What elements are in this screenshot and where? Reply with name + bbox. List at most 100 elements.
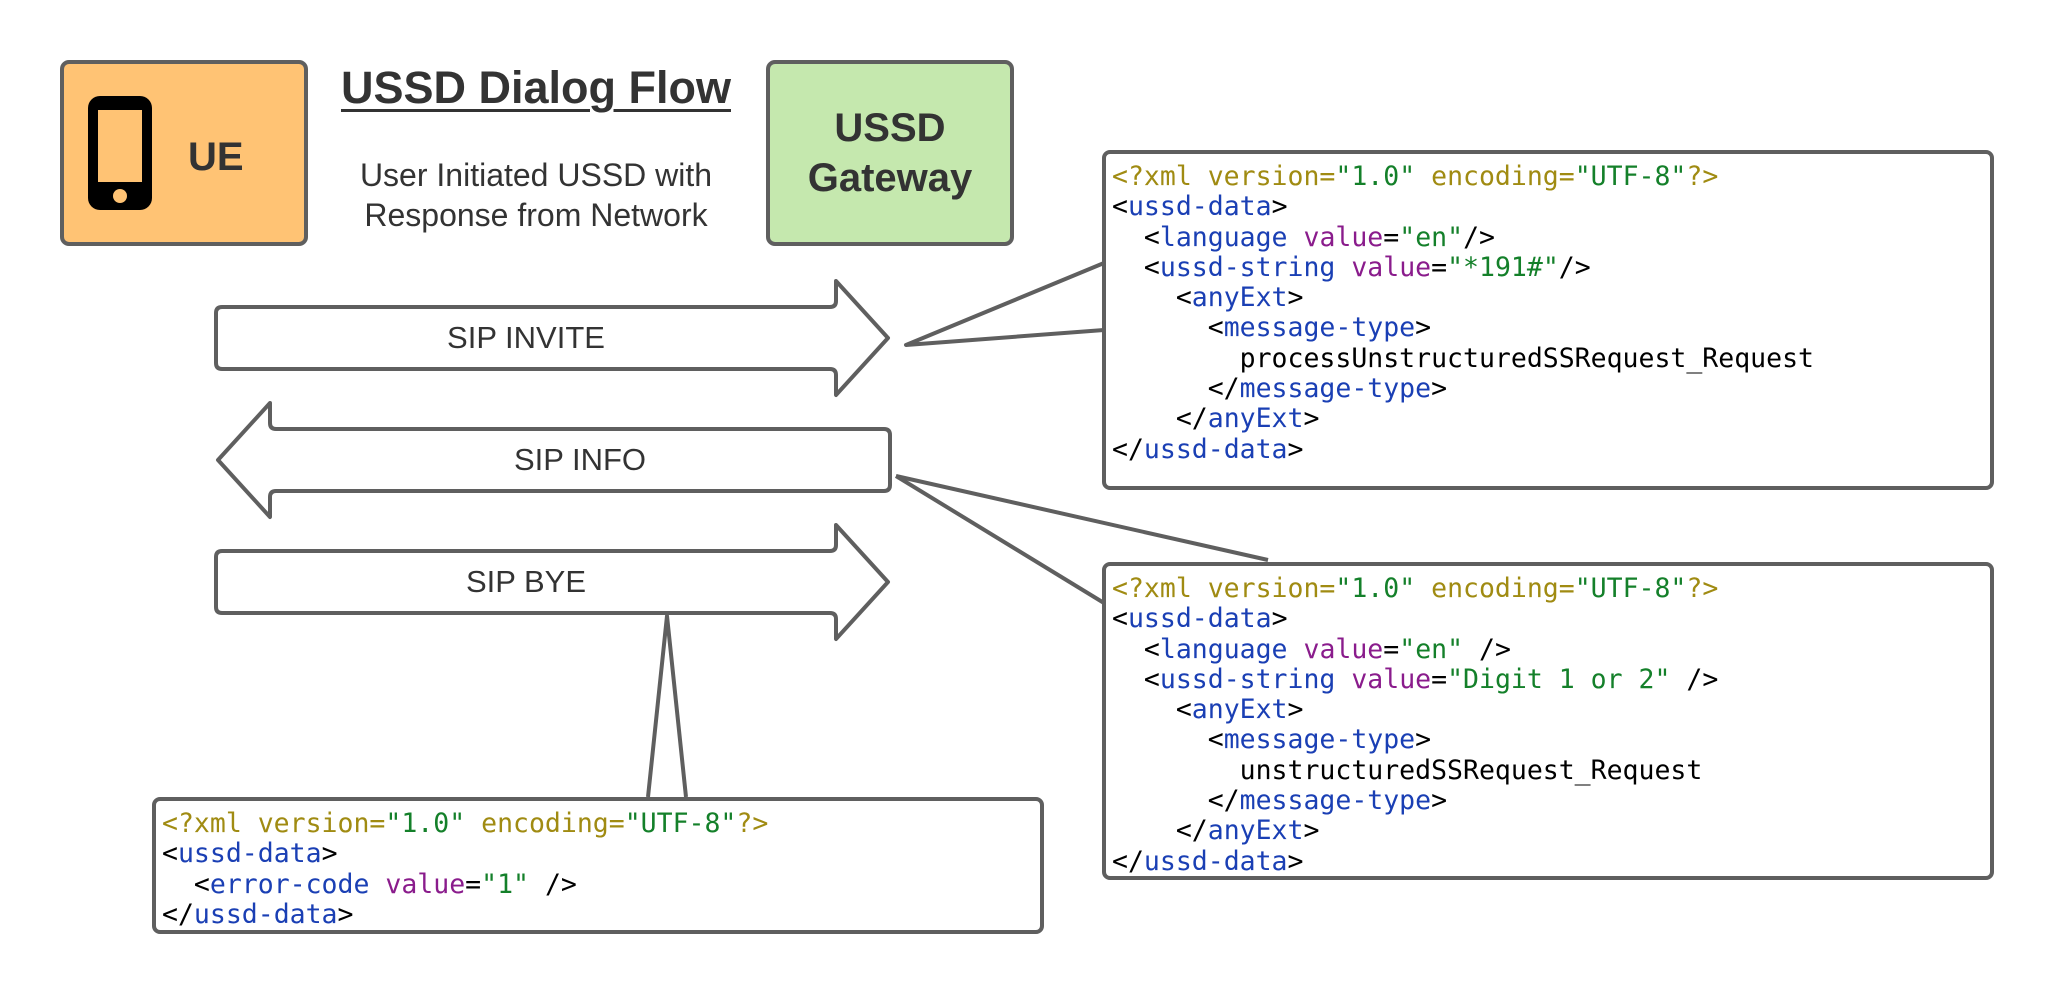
info-callout-connector-bottom <box>894 474 1106 605</box>
xml-string: "UTF-8" <box>1574 161 1687 192</box>
xml-tag-name: ussd-string <box>1159 251 1336 283</box>
xml-text: > <box>1431 373 1448 405</box>
xml-string: "Digit 1 or 2" <box>1447 663 1671 695</box>
xml-text: = <box>1383 633 1400 665</box>
xml-tag-name: ussd-string <box>1159 663 1336 695</box>
xml-text: < <box>1112 724 1224 756</box>
bye-xml-callout: <?xml version="1.0" encoding="UTF-8"?> <u… <box>152 797 1044 934</box>
xml-text: < <box>1112 251 1160 283</box>
xml-tag-name: ussd-data <box>177 838 322 870</box>
xml-text: < <box>162 868 210 900</box>
xml-declaration: ?> <box>1686 161 1719 192</box>
code-line: </anyExt> <box>1112 816 1990 846</box>
xml-tag-name: anyExt <box>1207 815 1304 847</box>
xml-text: < <box>1112 282 1192 314</box>
xml-text: /> <box>1463 221 1495 253</box>
xml-attribute: value <box>1351 663 1432 695</box>
xml-tag-name: message-type <box>1223 312 1416 344</box>
code-line: <?xml version="1.0" encoding="UTF-8"?> <box>1112 573 1990 604</box>
code-line: <language value="en"/> <box>1112 221 1990 253</box>
xml-declaration: encoding= <box>1415 161 1575 192</box>
xml-tag-name: language <box>1159 221 1288 253</box>
xml-text: /> <box>1670 663 1719 695</box>
code-line: <ussd-data> <box>1112 192 1990 222</box>
code-line: </ussd-data> <box>1112 433 1990 465</box>
xml-tag-name: message-type <box>1223 724 1416 756</box>
xml-text: > <box>1271 191 1288 223</box>
xml-text: > <box>1287 433 1304 465</box>
xml-string: "UTF-8" <box>1574 573 1687 604</box>
code-line: <error-code value="1" /> <box>162 868 1040 900</box>
code-line: <?xml version="1.0" encoding="UTF-8"?> <box>1112 161 1990 192</box>
xml-text: > <box>337 898 354 930</box>
xml-text: </ <box>1112 373 1240 405</box>
xml-tag-name: message-type <box>1239 785 1432 817</box>
code-line: <ussd-data> <box>162 839 1040 869</box>
xml-attribute: value <box>1303 633 1384 665</box>
xml-attribute: value <box>1351 251 1432 283</box>
xml-text <box>1288 222 1304 253</box>
bye-callout-connector <box>646 614 688 798</box>
xml-text: > <box>1303 815 1320 847</box>
xml-text <box>369 869 385 900</box>
xml-text <box>1335 252 1351 283</box>
xml-string: "1" <box>481 868 530 900</box>
xml-text: </ <box>1112 433 1144 465</box>
code-line: <ussd-data> <box>1112 604 1990 634</box>
xml-text: < <box>1112 603 1128 635</box>
xml-tag-name: anyExt <box>1191 282 1288 314</box>
xml-attribute: value <box>1303 221 1384 253</box>
xml-string: "1.0" <box>385 808 466 839</box>
xml-text: > <box>1431 785 1448 817</box>
xml-text: < <box>1112 221 1160 253</box>
invite-callout-connector <box>904 261 1105 347</box>
xml-text: = <box>465 868 482 900</box>
xml-string: "en" <box>1399 633 1464 665</box>
xml-text <box>1288 634 1304 665</box>
code-line: <language value="en" /> <box>1112 633 1990 665</box>
code-line: </ussd-data> <box>162 898 1040 930</box>
xml-text: </ <box>1112 845 1144 877</box>
sip-bye-label: SIP BYE <box>465 564 587 599</box>
xml-text: > <box>1303 403 1320 435</box>
xml-text: processUnstructuredSSRequest_Request <box>1112 342 1814 374</box>
xml-tag-name: language <box>1159 633 1288 665</box>
xml-text: < <box>162 838 178 870</box>
xml-text: > <box>1287 282 1304 314</box>
xml-text: > <box>1287 845 1304 877</box>
xml-tag-name: error-code <box>209 868 370 900</box>
xml-string: "*191#" <box>1447 251 1559 283</box>
xml-text: > <box>1415 312 1432 344</box>
xml-text: /> <box>1558 251 1591 283</box>
xml-text: </ <box>1112 785 1240 817</box>
xml-tag-name: message-type <box>1239 373 1432 405</box>
code-line: <ussd-string value="*191#"/> <box>1112 251 1990 283</box>
xml-text <box>1335 664 1351 695</box>
xml-declaration: <?xml version= <box>1112 573 1336 604</box>
code-line: <anyExt> <box>1112 283 1990 313</box>
xml-tag-name: ussd-data <box>1127 603 1272 635</box>
code-line: <?xml version="1.0" encoding="UTF-8"?> <box>162 808 1040 839</box>
xml-declaration: encoding= <box>1415 573 1575 604</box>
xml-text: unstructuredSSRequest_Request <box>1112 754 1703 786</box>
sip-info-label: SIP INFO <box>513 442 647 477</box>
invite-xml-callout: <?xml version="1.0" encoding="UTF-8"?> <u… <box>1102 150 1994 490</box>
xml-text: < <box>1112 312 1224 344</box>
xml-tag-name: anyExt <box>1191 694 1288 726</box>
xml-tag-name: ussd-data <box>193 898 338 930</box>
code-line: processUnstructuredSSRequest_Request <box>1112 342 1990 374</box>
code-line: <message-type> <box>1112 313 1990 343</box>
xml-tag-name: ussd-data <box>1127 191 1272 223</box>
code-line: </message-type> <box>1112 785 1990 817</box>
code-line: <anyExt> <box>1112 695 1990 725</box>
xml-text: </ <box>1112 815 1208 847</box>
xml-string: "1.0" <box>1335 161 1416 192</box>
code-line: </anyExt> <box>1112 404 1990 434</box>
xml-declaration: <?xml version= <box>1112 161 1336 192</box>
info-xml-callout: <?xml version="1.0" encoding="UTF-8"?> <u… <box>1102 562 1994 880</box>
xml-string: "UTF-8" <box>624 808 737 839</box>
xml-tag-name: anyExt <box>1207 403 1304 435</box>
xml-declaration: ?> <box>736 808 769 839</box>
xml-tag-name: ussd-data <box>1143 433 1288 465</box>
xml-string: "1.0" <box>1335 573 1416 604</box>
